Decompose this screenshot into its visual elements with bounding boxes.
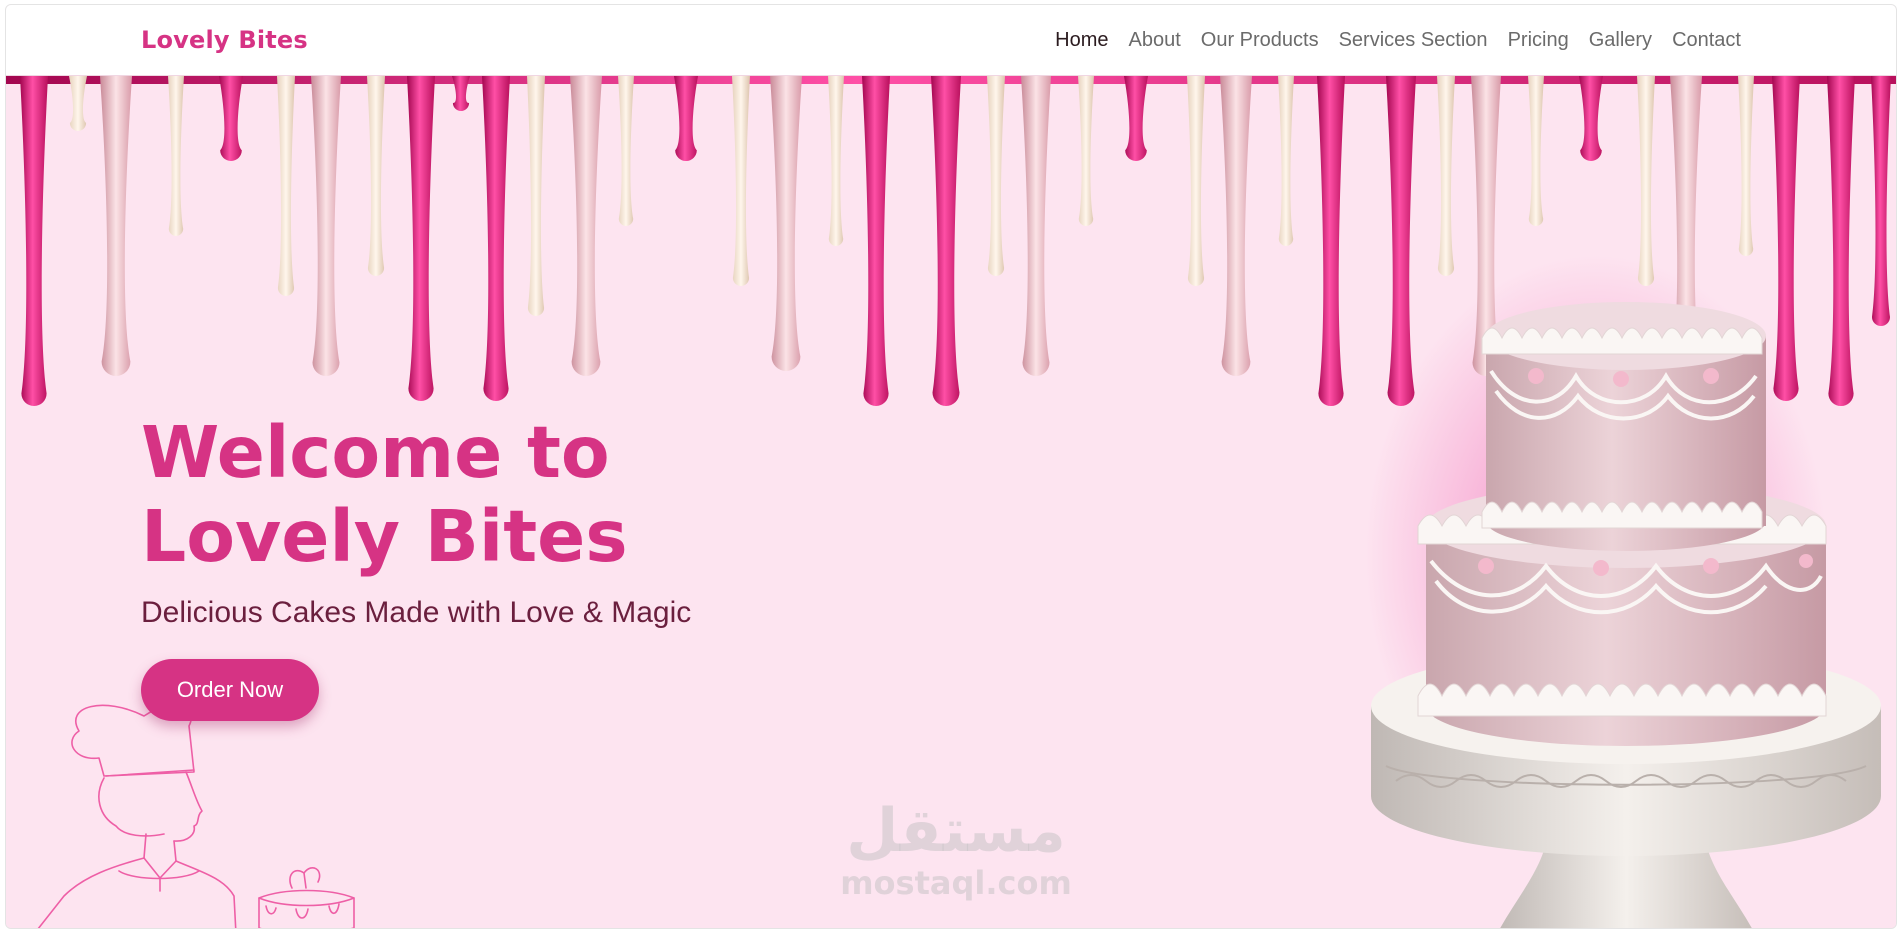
icing-drip [277,76,295,296]
icing-drip [770,76,802,371]
icing-drip [69,76,87,132]
nav-link-pricing[interactable]: Pricing [1498,29,1579,52]
icing-drip [1738,76,1754,257]
icing-drip [407,76,435,401]
browser-viewport: Lovely Bites Home About Our Products Ser… [5,4,1897,929]
icing-drip [1078,76,1094,227]
watermark-latin: mostaql.com [840,864,1072,902]
icing-drip [987,76,1005,277]
icing-drip [482,76,510,401]
icing-drip [862,76,890,406]
icing-drip [618,76,634,227]
brand-logo[interactable]: Lovely Bites [141,26,308,54]
icing-drip [311,76,341,376]
nav-link-services[interactable]: Services Section [1329,29,1498,52]
icing-drip [168,76,184,236]
icing-drip [1579,76,1603,162]
nav-link-gallery[interactable]: Gallery [1579,29,1662,52]
icing-drip [1220,76,1252,377]
icing-drip [527,76,545,317]
icing-drip [570,76,602,377]
icing-drip [219,76,243,161]
icing-drip [674,76,698,162]
icing-drip [1187,76,1205,286]
hero-subtitle: Delicious Cakes Made with Love & Magic [141,596,692,629]
icing-drip [1124,76,1148,162]
mostaql-watermark: مستقل mostaql.com [826,796,1086,906]
icing-drip [367,76,385,276]
nav-link-contact[interactable]: Contact [1662,29,1751,52]
nav-links: Home About Our Products Services Section… [1045,29,1751,52]
icing-drip [1278,76,1294,246]
icing-drip [1437,76,1455,276]
nav-link-our-products[interactable]: Our Products [1191,29,1329,52]
navbar: Lovely Bites Home About Our Products Ser… [6,5,1896,76]
tiered-cake-image [1371,302,1881,928]
icing-drip [931,76,961,406]
hero-section: Welcome to Lovely Bites Delicious Cakes … [6,76,1896,928]
icing-drip [20,76,48,407]
order-now-button[interactable]: Order Now [141,659,319,721]
hero-title: Welcome to Lovely Bites [141,411,628,578]
icing-drip [828,76,844,247]
icing-drip [1317,76,1345,407]
watermark-arabic: مستقل [846,796,1066,866]
icing-drip [1528,76,1544,227]
nav-link-about[interactable]: About [1119,29,1191,52]
icing-drip [1637,76,1655,287]
icing-drip [1021,76,1051,376]
icing-drip [452,76,470,111]
icing-drip [100,76,132,376]
nav-link-home[interactable]: Home [1045,29,1118,52]
icing-drip [732,76,750,287]
